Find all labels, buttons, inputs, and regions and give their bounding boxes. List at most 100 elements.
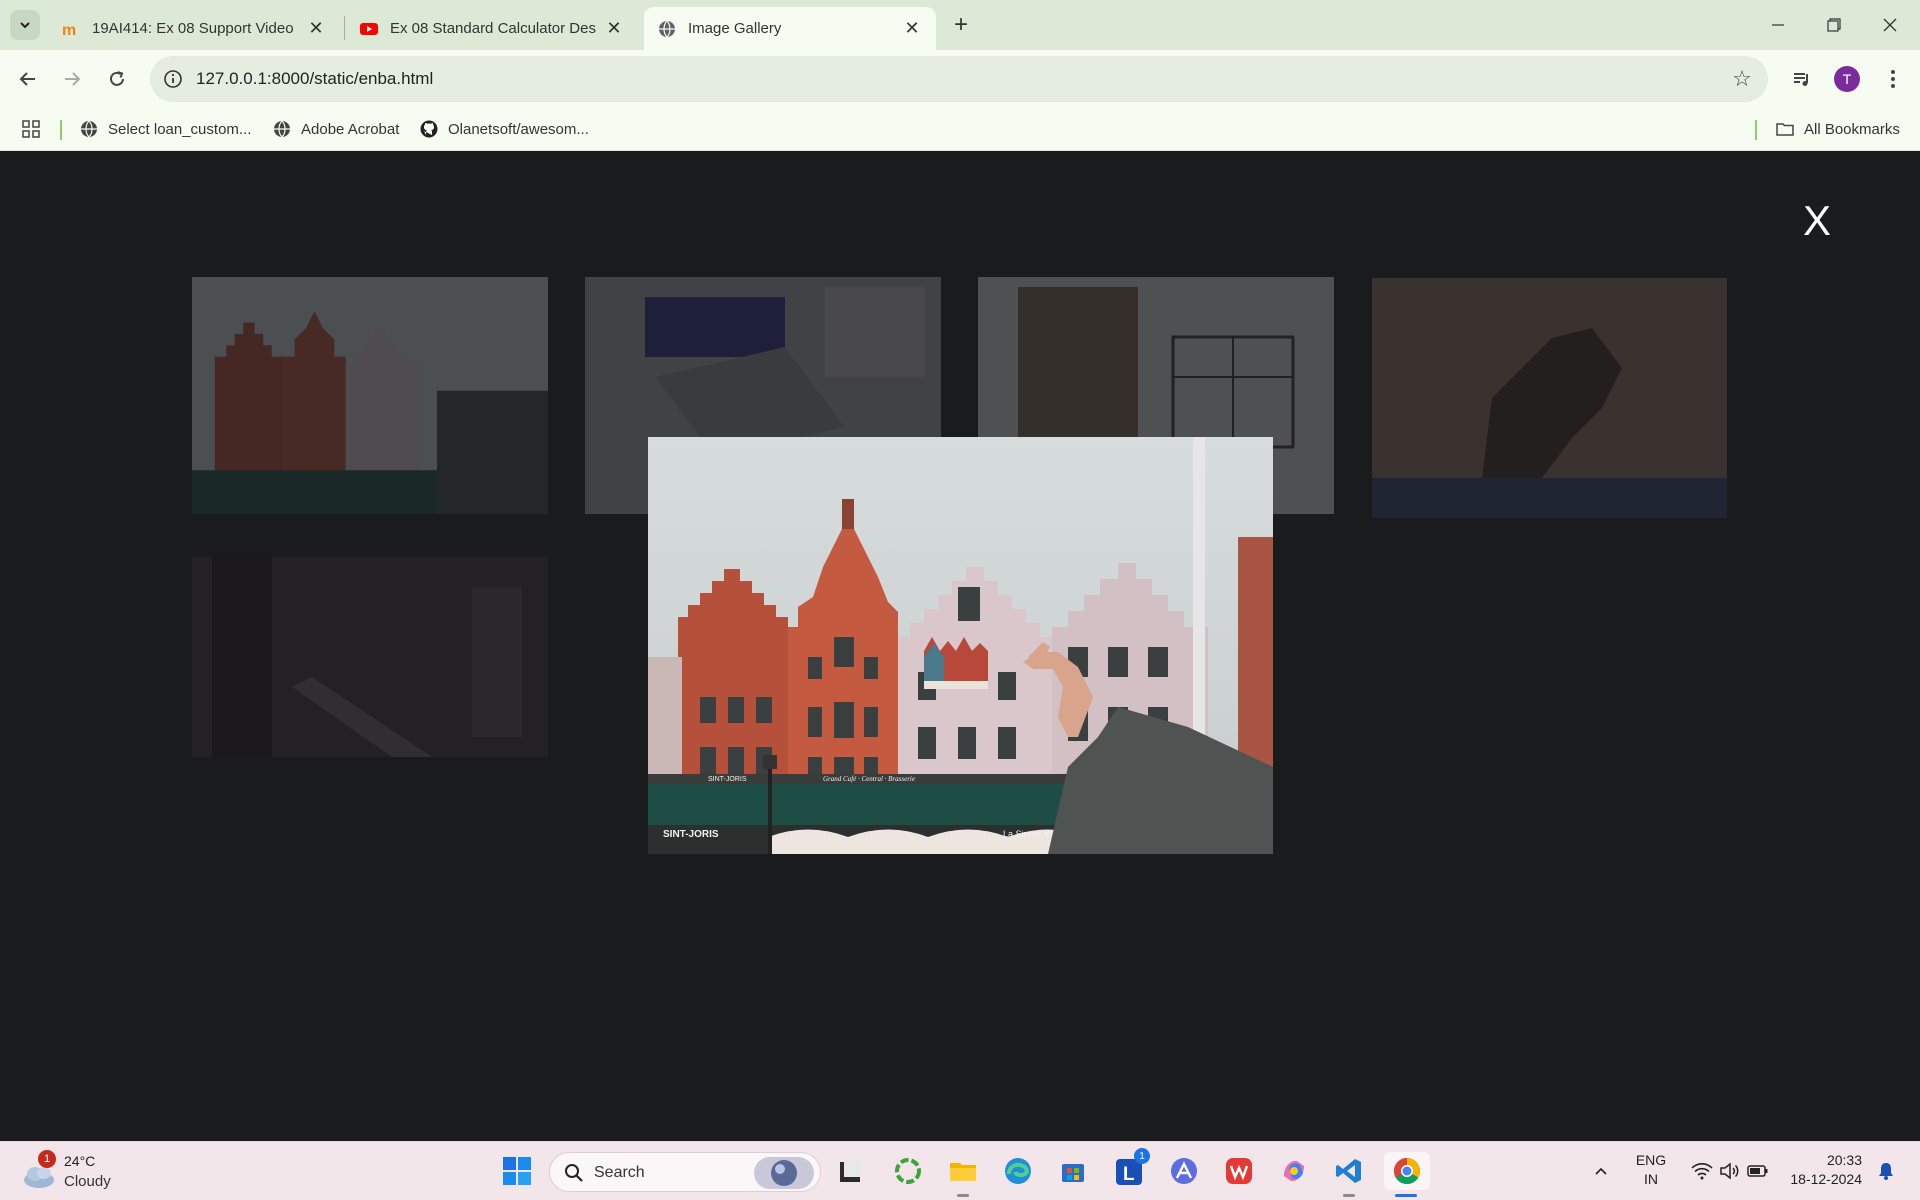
windows-start-icon [503,1157,531,1185]
reload-button[interactable] [101,63,133,95]
bookmark-label: Adobe Acrobat [301,120,400,138]
search-highlight-icon [754,1157,814,1189]
close-icon[interactable]: ✕ [604,18,624,39]
taskbar-app-terminal[interactable] [832,1152,870,1190]
site-info-icon [164,70,182,88]
apps-shortcut[interactable] [22,118,40,140]
taskbar-app-l[interactable]: L 1 [1110,1148,1150,1190]
gallery-thumbnail-brugge[interactable] [192,277,548,514]
tab-title: Image Gallery [688,20,782,37]
tab-separator [344,16,345,40]
sign-text: SINT-JORIS [708,776,747,783]
minimize-icon [1772,24,1784,26]
globe-icon [659,20,675,37]
arrow-left-icon [19,72,35,86]
taskbar-app-copilot[interactable] [1275,1152,1313,1190]
all-bookmarks-button[interactable]: All Bookmarks [1776,118,1900,140]
arrow-right-icon [65,72,81,86]
lightbox-close-button[interactable]: X [1795,199,1839,243]
wifi-icon [1691,1163,1713,1180]
copilot-ring-icon [895,1158,921,1184]
bookmark-label: Select loan_custom... [108,120,252,138]
close-icon [1883,18,1897,32]
clock[interactable]: 20:33 18-12-2024 [1778,1152,1862,1187]
chevron-down-icon [20,22,30,29]
tab-strip: m 19AI414: Ex 08 Support Video | ✕ Ex 08… [0,0,1920,50]
windows-taskbar: 1 24°C Cloudy Search L 1 ENG IN 20:33 18… [0,1141,1920,1200]
bookmark-star-icon[interactable]: ☆ [1730,67,1754,91]
taskbar-app-ring[interactable] [889,1152,927,1190]
taskbar-app-file-explorer[interactable] [944,1152,982,1190]
bookmarks-divider [60,120,62,140]
taskbar-app-vpn[interactable] [1165,1152,1203,1190]
language-indicator[interactable]: ENG IN [1628,1152,1674,1187]
apps-grid-icon [22,120,40,138]
gallery-thumbnail-hand[interactable] [1372,278,1727,518]
window-close-button[interactable] [1862,0,1918,50]
bookmark-label: Olanetsoft/awesom... [448,120,589,138]
bookmark-item[interactable]: Adobe Acrobat [273,118,399,140]
close-icon[interactable]: ✕ [902,18,922,39]
restore-button[interactable] [1806,0,1862,50]
weather-condition: Cloudy [64,1173,111,1190]
running-indicator [1343,1194,1355,1197]
tab-moodle[interactable]: m 19AI414: Ex 08 Support Video | ✕ [48,7,340,50]
clock-date: 18-12-2024 [1790,1171,1862,1187]
more-vertical-icon [1891,70,1895,88]
bookmark-item[interactable]: Select loan_custom... [80,118,251,140]
notifications-button[interactable] [1868,1152,1904,1190]
brugge-houses-photo: SINT-JORIS Grand Café · Central · Brasse… [648,437,1273,854]
app-badge: 1 [1134,1148,1150,1164]
browser-menu-button[interactable] [1877,63,1909,95]
interior-dark-image [192,557,548,757]
active-indicator [1395,1194,1417,1197]
show-hidden-icons-button[interactable] [1583,1152,1619,1190]
back-button[interactable] [12,63,44,95]
restore-icon [1827,18,1841,32]
taskbar-search[interactable]: Search [549,1152,821,1192]
clock-time: 20:33 [1826,1152,1862,1168]
sign-text: Grand Café · Central · Brasserie [823,775,915,783]
folder-icon [1776,123,1794,136]
edge-icon [1005,1158,1031,1184]
all-bookmarks-label: All Bookmarks [1804,120,1900,138]
lightbox-image: SINT-JORIS Grand Café · Central · Brasse… [648,437,1273,854]
profile-avatar[interactable]: T [1834,66,1860,92]
bookmark-item[interactable]: Olanetsoft/awesom... [420,118,589,140]
file-explorer-icon [950,1163,976,1181]
url-text[interactable]: 127.0.0.1:8000/static/enba.html [196,69,433,89]
region-code: IN [1644,1171,1658,1187]
chevron-up-icon [1595,1167,1607,1175]
tab-youtube[interactable]: Ex 08 Standard Calculator Desig ✕ [346,7,638,50]
copilot-icon [1284,1160,1304,1182]
notification-badge: 1 [38,1150,56,1168]
bell-icon [1879,1163,1893,1180]
taskbar-app-vscode[interactable] [1330,1152,1368,1190]
media-control-button[interactable] [1786,63,1818,95]
battery-icon [1747,1165,1768,1177]
sign-text: SINT-JORIS [663,829,719,840]
forward-button[interactable] [56,63,88,95]
new-tab-button[interactable]: + [946,10,976,40]
taskbar-app-chrome[interactable] [1384,1152,1430,1190]
wps-icon [1226,1158,1252,1184]
page-viewport: X SINT-JORIS Grand Café · Central · Bras… [0,151,1920,1141]
taskbar-app-store[interactable] [1054,1152,1092,1190]
tab-image-gallery[interactable]: Image Gallery ✕ [644,7,936,50]
taskbar-app-edge[interactable] [999,1152,1037,1190]
bookmarks-divider [1755,120,1757,140]
start-button[interactable] [498,1152,536,1190]
running-indicator [957,1194,969,1197]
language-code: ENG [1635,1152,1667,1168]
minimize-button[interactable] [1750,0,1806,50]
weather-widget[interactable]: 1 24°C Cloudy [18,1150,128,1194]
weather-temperature: 24°C [64,1153,96,1169]
quick-settings-button[interactable] [1680,1152,1780,1190]
gallery-thumbnail-interior[interactable] [192,557,548,757]
taskbar-app-wps[interactable] [1220,1152,1258,1190]
address-bar[interactable]: 127.0.0.1:8000/static/enba.html ☆ [150,56,1768,102]
hand-silhouette-image [1372,278,1727,518]
close-icon[interactable]: ✕ [306,18,326,39]
tab-search-button[interactable] [10,10,40,40]
svg-text:m: m [62,22,76,38]
